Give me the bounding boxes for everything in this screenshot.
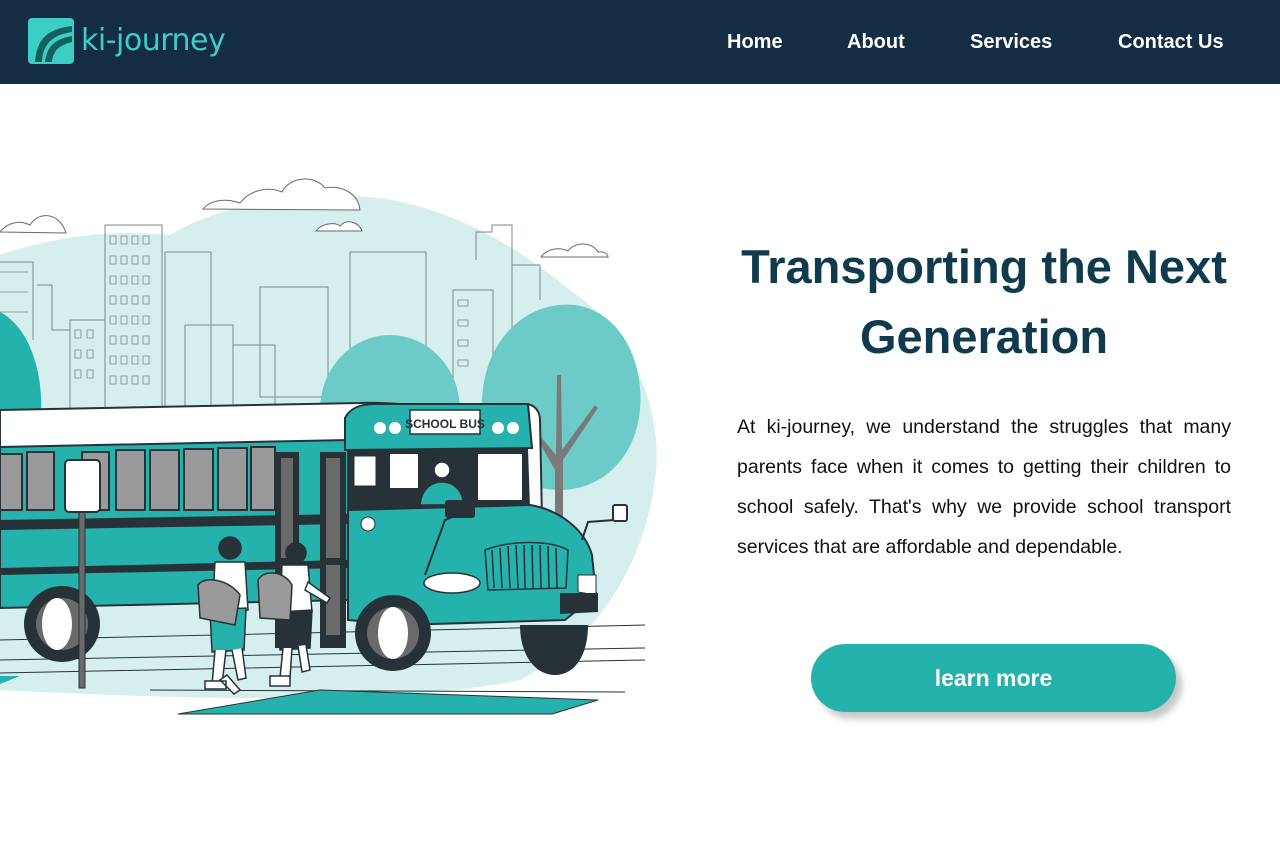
hero-title: Transporting the Next Generation [741, 240, 1227, 363]
brand-name: ki-journey [81, 23, 226, 58]
brand-logo[interactable]: ki-journey [28, 18, 226, 64]
bus-sign-text: SCHOOL BUS [405, 417, 485, 431]
road-logo-icon [28, 18, 74, 64]
cloud [0, 215, 67, 234]
cloud [539, 243, 609, 258]
nav-link-home[interactable]: Home [727, 29, 783, 55]
school-bus-illustration: SCHOOL BUS [0, 178, 657, 715]
cloud [201, 178, 361, 211]
hero-description: At ki-journey, we understand the struggl… [737, 416, 1231, 558]
nav-link-contact-us[interactable]: Contact Us [1118, 29, 1224, 55]
bus-stop-sign [64, 459, 101, 513]
learn-more-button[interactable]: learn more [811, 644, 1176, 712]
top-navbar: ki-journey Home About Services Contact U… [0, 0, 1280, 84]
nav-link-about[interactable]: About [847, 29, 905, 55]
nav-link-services[interactable]: Services [970, 29, 1052, 55]
